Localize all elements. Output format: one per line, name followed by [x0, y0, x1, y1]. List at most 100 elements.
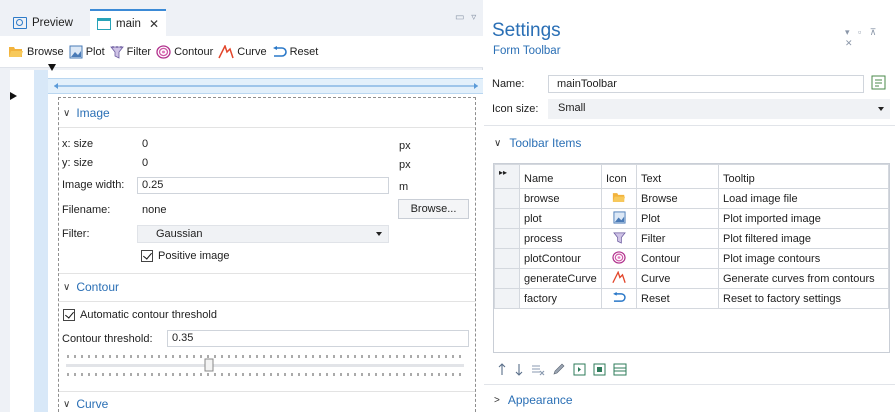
- cell-icon[interactable]: [601, 268, 637, 289]
- chevron-down-icon: [878, 107, 884, 111]
- tab-preview[interactable]: Preview: [6, 9, 80, 36]
- image-icon[interactable]: [593, 363, 606, 376]
- cell-name[interactable]: factory: [519, 288, 602, 309]
- move-down-icon[interactable]: [514, 363, 524, 376]
- horizontal-ruler: [48, 78, 483, 94]
- x-size-label: x: size: [62, 138, 94, 150]
- column-marker-icon[interactable]: [48, 64, 56, 71]
- toolbar-items-section-header[interactable]: ∨ Toolbar Items: [494, 136, 581, 150]
- table-row[interactable]: factory Reset Reset to factory settings: [494, 288, 889, 309]
- cell-tooltip[interactable]: Plot filtered image: [718, 228, 889, 249]
- image-width-input[interactable]: 0.25: [137, 177, 389, 194]
- row-header[interactable]: [494, 248, 520, 269]
- cell-text[interactable]: Contour: [636, 248, 719, 269]
- table-row[interactable]: generateCurve Curve Generate curves from…: [494, 268, 889, 289]
- cell-name[interactable]: plot: [519, 208, 602, 229]
- preview-icon: [13, 16, 27, 29]
- select-all-icon[interactable]: ▸▸: [494, 164, 520, 189]
- cell-text[interactable]: Plot: [636, 208, 719, 229]
- icon-size-select[interactable]: Small: [548, 99, 890, 119]
- cell-icon[interactable]: [601, 228, 637, 249]
- cell-icon[interactable]: [601, 208, 637, 229]
- reset-icon: [272, 45, 287, 57]
- insert-icon[interactable]: [573, 363, 586, 376]
- name-input[interactable]: mainToolbar: [548, 75, 864, 93]
- table-layout-icon[interactable]: [613, 363, 627, 376]
- curve-section-header[interactable]: ∨ Curve: [63, 397, 108, 411]
- row-header[interactable]: [494, 288, 520, 309]
- editor-tab-bar: Preview main ✕: [0, 0, 483, 36]
- contour-section-title: Contour: [76, 280, 120, 294]
- cell-text[interactable]: Browse: [636, 188, 719, 209]
- table-row[interactable]: plot Plot Plot imported image: [494, 208, 889, 229]
- filename-label: Filename:: [62, 204, 111, 216]
- tab-preview-label: Preview: [32, 16, 73, 29]
- edit-name-icon[interactable]: [870, 74, 888, 92]
- table-row[interactable]: process Filter Plot filtered image: [494, 228, 889, 249]
- cell-name[interactable]: plotContour: [519, 248, 602, 269]
- cell-icon[interactable]: [601, 248, 637, 269]
- row-header[interactable]: [494, 228, 520, 249]
- cell-tooltip[interactable]: Reset to factory settings: [718, 288, 889, 309]
- filter-icon: [109, 45, 124, 59]
- image-section-title: Image: [76, 106, 110, 120]
- icon-size-value: Small: [558, 102, 586, 114]
- image-section-header[interactable]: ∨ Image: [63, 106, 110, 120]
- auto-contour-checkbox[interactable]: Automatic contour threshold: [63, 309, 217, 321]
- auto-contour-label: Automatic contour threshold: [80, 309, 217, 321]
- cell-icon[interactable]: [601, 288, 637, 309]
- positive-image-checkbox[interactable]: Positive image: [141, 250, 230, 262]
- contour-threshold-input[interactable]: 0.35: [167, 330, 469, 347]
- chevron-down-icon: ∨: [494, 137, 502, 149]
- cell-tooltip[interactable]: Load image file: [718, 188, 889, 209]
- toolbar-browse-button[interactable]: Browse: [8, 45, 64, 58]
- cell-tooltip[interactable]: Generate curves from contours: [718, 268, 889, 289]
- cell-name[interactable]: process: [519, 228, 602, 249]
- positive-image-label: Positive image: [158, 250, 230, 262]
- column-header-icon[interactable]: Icon: [601, 164, 637, 189]
- contour-section-header[interactable]: ∨ Contour: [63, 280, 119, 294]
- delete-rows-icon[interactable]: [531, 363, 545, 376]
- cell-text[interactable]: Filter: [636, 228, 719, 249]
- form-icon: [97, 17, 111, 30]
- row-header[interactable]: [494, 268, 520, 289]
- row-header[interactable]: [494, 208, 520, 229]
- cell-tooltip[interactable]: Plot imported image: [718, 208, 889, 229]
- table-toolbar: [497, 361, 634, 377]
- contour-threshold-slider[interactable]: [66, 352, 466, 378]
- tab-main[interactable]: main ✕: [90, 9, 166, 36]
- browse-button[interactable]: Browse...: [398, 199, 469, 219]
- row-header[interactable]: [494, 188, 520, 209]
- vertical-ruler: [34, 70, 48, 412]
- cell-icon[interactable]: [601, 188, 637, 209]
- pane-window-controls-icon[interactable]: ▾ ▫ ⊼ ✕: [845, 27, 895, 49]
- column-header-tooltip[interactable]: Tooltip: [718, 164, 889, 189]
- appearance-section-header[interactable]: > Appearance: [494, 393, 573, 407]
- table-row[interactable]: browse Browse Load image file: [494, 188, 889, 209]
- cell-text[interactable]: Reset: [636, 288, 719, 309]
- cell-name[interactable]: generateCurve: [519, 268, 602, 289]
- row-marker-icon[interactable]: [10, 92, 17, 100]
- toolbar-curve-button[interactable]: Curve: [218, 44, 267, 59]
- column-header-name[interactable]: Name: [519, 164, 602, 189]
- cell-text[interactable]: Curve: [636, 268, 719, 289]
- table-row[interactable]: plotContour Contour Plot image contours: [494, 248, 889, 269]
- column-header-text[interactable]: Text: [636, 164, 719, 189]
- cell-tooltip[interactable]: Plot image contours: [718, 248, 889, 269]
- close-icon[interactable]: ✕: [149, 17, 159, 31]
- toolbar-plot-button[interactable]: Plot: [69, 45, 105, 59]
- pane-menu-icon[interactable]: ▭ ▿: [455, 12, 478, 23]
- edit-icon[interactable]: [552, 363, 566, 376]
- toolbar-filter-button[interactable]: Filter: [109, 45, 152, 59]
- checkbox-checked-icon: [63, 309, 75, 321]
- toolbar-contour-button[interactable]: Contour: [156, 44, 214, 59]
- toolbar-reset-button[interactable]: Reset: [272, 45, 318, 58]
- chevron-down-icon: [376, 232, 382, 236]
- filter-select[interactable]: Gaussian: [137, 225, 389, 243]
- filter-select-value: Gaussian: [156, 228, 203, 240]
- cell-name[interactable]: browse: [519, 188, 602, 209]
- slider-thumb[interactable]: [204, 358, 214, 372]
- toolbar-contour-label: Contour: [174, 45, 214, 58]
- toolbar-filter-label: Filter: [126, 45, 152, 58]
- move-up-icon[interactable]: [497, 362, 507, 376]
